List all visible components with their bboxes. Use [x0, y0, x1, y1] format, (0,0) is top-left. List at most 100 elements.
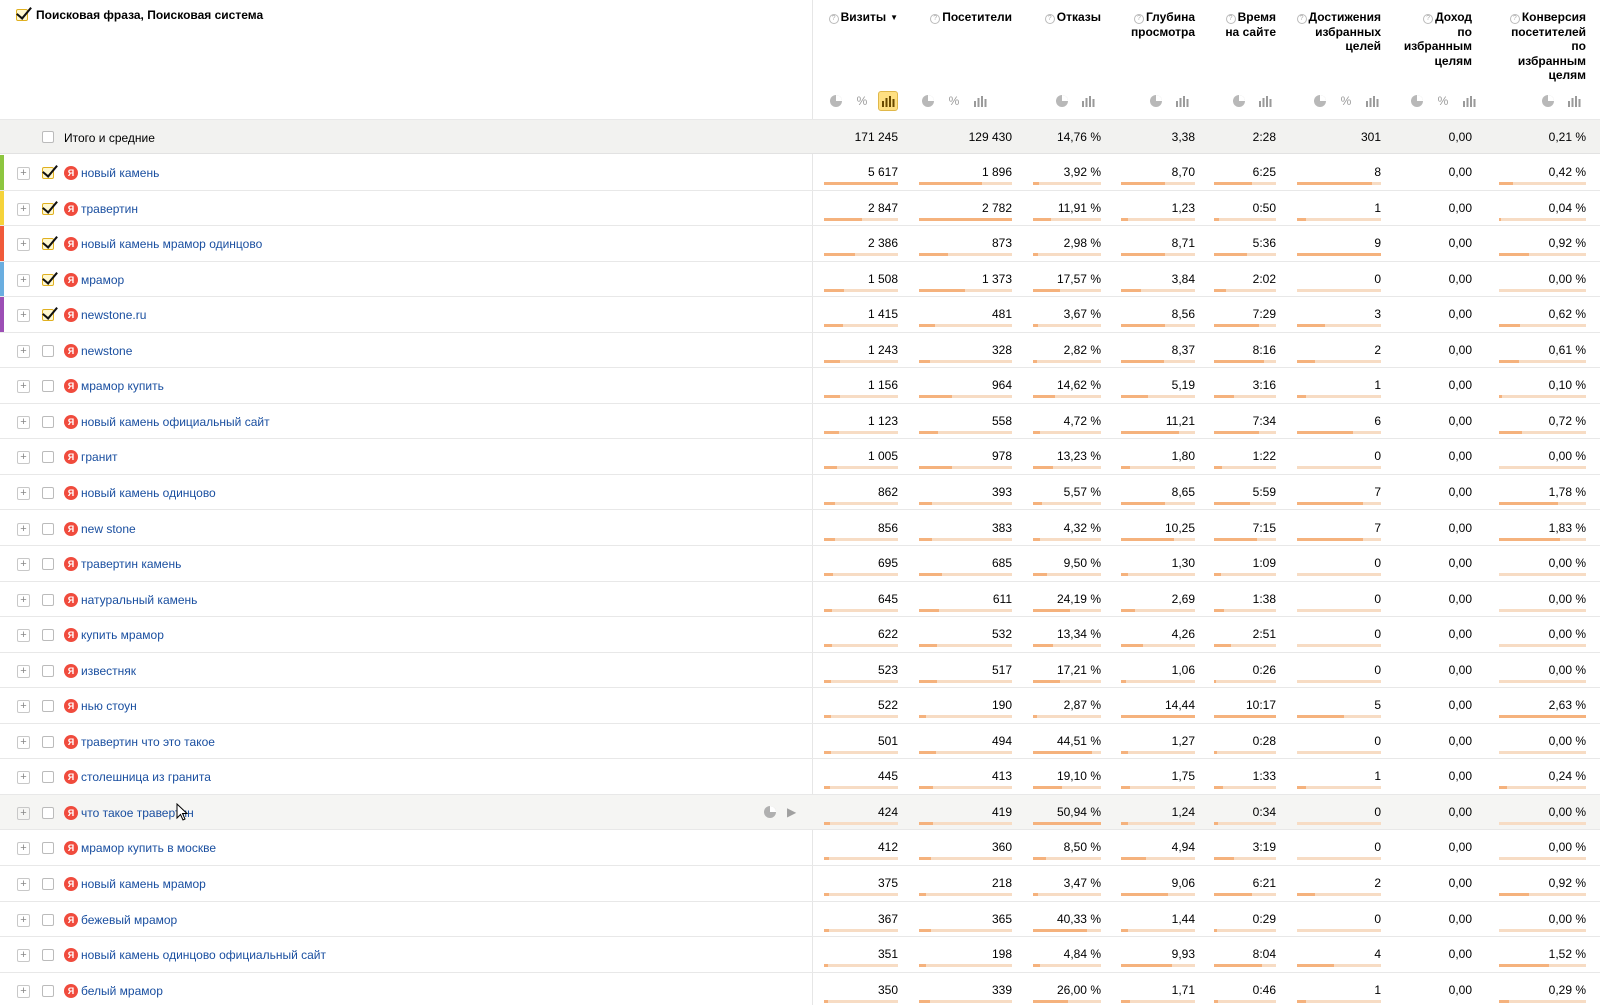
sort-desc-icon[interactable]: ▼	[890, 13, 898, 22]
search-phrase-link[interactable]: травертин	[81, 202, 138, 216]
column-header-conversion[interactable]: ? Конверсия посетителей по избранным целям	[1509, 10, 1586, 83]
search-phrase-link[interactable]: купить мрамор	[81, 628, 164, 642]
pie-chart-icon[interactable]	[826, 91, 846, 111]
row-checkbox[interactable]	[42, 593, 54, 606]
column-header-visits[interactable]: ? Визиты ▼	[828, 10, 898, 26]
help-icon[interactable]: ?	[1509, 14, 1520, 24]
row-checkbox[interactable]	[42, 984, 54, 997]
table-row[interactable]: + Ятравертин камень 695 685 9,50 % 1,30 1:09 0 0…	[0, 546, 1600, 582]
search-phrase-link[interactable]: травертин что это такое	[81, 735, 215, 749]
table-row[interactable]: + Янью стоун 522 190 2,87 % 14,44 10:17 5 0,00 2,…	[0, 688, 1600, 724]
help-icon[interactable]: ?	[1225, 14, 1236, 24]
row-checkbox[interactable]	[42, 700, 54, 713]
expand-icon[interactable]: +	[17, 700, 30, 714]
bar-chart-icon[interactable]	[1078, 91, 1098, 111]
column-header-revenue[interactable]: ? Доход по избранным целям	[1404, 10, 1472, 68]
search-phrase-link[interactable]: бежевый мрамор	[81, 913, 177, 927]
pie-chart-icon[interactable]	[1407, 91, 1427, 111]
expand-icon[interactable]: +	[17, 593, 30, 607]
search-phrase-link[interactable]: мрамор купить в москве	[81, 841, 216, 855]
expand-icon[interactable]: +	[17, 273, 30, 287]
search-phrase-link[interactable]: мрамор	[81, 273, 124, 287]
search-phrase-link[interactable]: белый мрамор	[81, 984, 163, 998]
row-checkbox[interactable]	[42, 771, 54, 784]
search-phrase-link[interactable]: нью стоун	[81, 699, 137, 713]
row-checkbox[interactable]	[42, 664, 54, 677]
bar-chart-icon[interactable]	[878, 91, 898, 111]
table-row[interactable]: + Яновый камень мрамор одинцово 2 386 873 2,…	[0, 226, 1600, 262]
search-phrase-link[interactable]: новый камень одинцово	[81, 486, 216, 500]
search-phrase-link[interactable]: столешница из гранита	[81, 770, 211, 784]
row-checkbox[interactable]	[42, 806, 54, 819]
help-icon[interactable]: ?	[1296, 14, 1307, 24]
expand-icon[interactable]: +	[17, 309, 30, 323]
table-row[interactable]: + Яновый камень одинцово официальный сайт…	[0, 937, 1600, 973]
bar-chart-icon[interactable]	[1564, 91, 1584, 111]
help-icon[interactable]: ?	[828, 14, 839, 24]
pie-chart-icon[interactable]	[1310, 91, 1330, 111]
expand-icon[interactable]: +	[17, 664, 30, 678]
table-row[interactable]: + Яnew stone 856 383 4,32 % 10,25 7:15 7 0,00 1,8…	[0, 511, 1600, 546]
search-phrase-link[interactable]: известняк	[81, 664, 136, 678]
column-header-depth[interactable]: ? Глубина просмотра	[1131, 10, 1195, 39]
table-row[interactable]: + Ябежевый мрамор 367 365 40,33 % 1,44 0:29 0 0,…	[0, 902, 1600, 938]
expand-icon[interactable]: +	[17, 238, 30, 252]
expand-icon[interactable]: +	[17, 771, 30, 785]
pie-chart-icon[interactable]	[918, 91, 938, 111]
row-checkbox[interactable]	[42, 486, 54, 499]
row-checkbox[interactable]	[42, 522, 54, 535]
row-checkbox[interactable]	[42, 878, 54, 890]
search-phrase-link[interactable]: новый камень одинцово официальный сайт	[81, 948, 326, 962]
select-all-checkbox[interactable]	[16, 9, 28, 21]
percent-icon[interactable]: %	[1433, 91, 1453, 111]
expand-icon[interactable]: +	[17, 167, 30, 180]
bar-chart-icon[interactable]	[1362, 91, 1382, 111]
expand-icon[interactable]: +	[17, 842, 30, 856]
pie-chart-icon[interactable]	[763, 805, 777, 822]
table-row[interactable]: + Яновый камень официальный сайт 1 123 558 4…	[0, 404, 1600, 440]
expand-icon[interactable]: +	[17, 735, 30, 749]
percent-icon[interactable]: %	[852, 91, 872, 111]
search-phrase-link[interactable]: новый камень официальный сайт	[81, 415, 270, 429]
expand-icon[interactable]: +	[17, 344, 30, 358]
table-row[interactable]: + Яновый камень мрамор 375 218 3,47 % 9,06 6:2…	[0, 866, 1600, 902]
expand-icon[interactable]: +	[17, 984, 30, 998]
help-icon[interactable]: ?	[1133, 14, 1144, 24]
play-icon[interactable]: ▶	[787, 805, 796, 822]
expand-icon[interactable]: +	[17, 806, 30, 820]
row-checkbox[interactable]	[42, 202, 54, 215]
table-row[interactable]: + Якупить мрамор 622 532 13,34 % 4,26 2:51 0 0,0…	[0, 617, 1600, 653]
search-phrase-link[interactable]: new stone	[81, 522, 136, 536]
row-checkbox[interactable]	[42, 735, 54, 748]
row-checkbox[interactable]	[42, 238, 54, 251]
search-phrase-link[interactable]: новый камень мрамор	[81, 877, 206, 891]
expand-icon[interactable]: +	[17, 522, 30, 536]
table-row[interactable]: + Яизвестняк 523 517 17,21 % 1,06 0:26 0 0,00 0,0…	[0, 653, 1600, 689]
table-row[interactable]: + Ястолешница из гранита 445 413 19,10 % 1,75…	[0, 759, 1600, 795]
table-row[interactable]: + Яnewstone.ru 1 415 481 3,67 % 8,56 7:29 3 0,00…	[0, 297, 1600, 333]
expand-icon[interactable]: +	[17, 629, 30, 643]
bar-chart-icon[interactable]	[970, 91, 990, 111]
table-row[interactable]: + Ябелый мрамор 350 339 26,00 % 1,71 0:46 1 0,00…	[0, 973, 1600, 1005]
row-checkbox[interactable]	[42, 273, 54, 286]
row-checkbox[interactable]	[42, 913, 54, 926]
expand-icon[interactable]: +	[17, 415, 30, 429]
search-phrase-link[interactable]: натуральный камень	[81, 593, 197, 607]
bar-chart-icon[interactable]	[1172, 91, 1192, 111]
row-checkbox[interactable]	[42, 949, 54, 962]
column-header-bounce[interactable]: ? Отказы	[1044, 10, 1101, 25]
search-phrase-link[interactable]: мрамор купить	[81, 379, 164, 393]
row-checkbox[interactable]	[42, 842, 54, 855]
column-header-visitors[interactable]: ? Посетители	[930, 10, 1012, 25]
search-phrase-link[interactable]: гранит	[81, 450, 118, 464]
pie-chart-icon[interactable]	[1538, 91, 1558, 111]
expand-icon[interactable]: +	[17, 558, 30, 572]
help-icon[interactable]: ?	[1423, 14, 1434, 24]
row-checkbox[interactable]	[42, 167, 54, 179]
expand-icon[interactable]: +	[17, 949, 30, 963]
bar-chart-icon[interactable]	[1459, 91, 1479, 111]
table-row[interactable]: + Яnewstone 1 243 328 2,82 % 8,37 8:16 2 0,00 0,6…	[0, 333, 1600, 369]
bar-chart-icon[interactable]	[1255, 91, 1275, 111]
search-phrase-link[interactable]: newstone.ru	[81, 308, 146, 322]
table-row[interactable]: + Яновый камень одинцово 862 393 5,57 % 8,65 5…	[0, 475, 1600, 511]
